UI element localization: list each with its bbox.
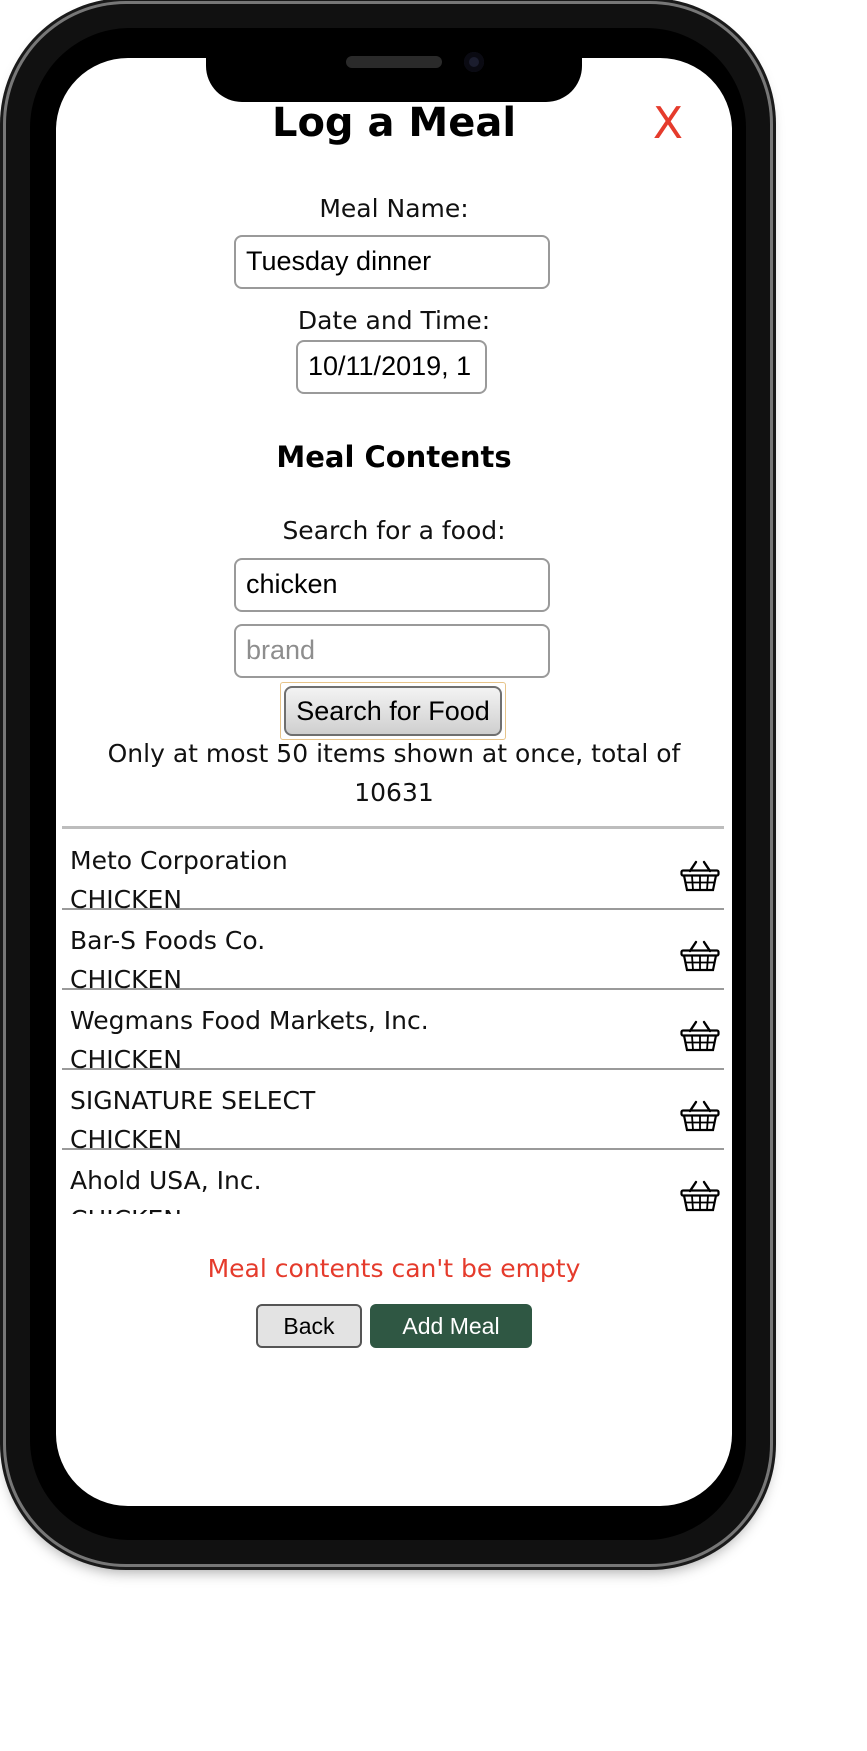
results-list[interactable]: Meto Corporation CHICKEN Bar-S Foods Co.… [62,830,724,1214]
list-item: Wegmans Food Markets, Inc. CHICKEN [62,990,724,1074]
meal-name-label: Meal Name: [319,194,469,223]
food-search-label: Search for a food: [282,516,506,545]
list-item: Meto Corporation CHICKEN [62,830,724,914]
search-for-food-button[interactable]: Search for Food [280,682,506,740]
meal-contents-heading: Meal Contents [276,440,512,474]
item-brand: SIGNATURE SELECT [70,1086,316,1115]
phone-notch [206,40,582,102]
back-button[interactable]: Back [256,1304,362,1348]
list-item: Ahold USA, Inc. CHICKEN [62,1150,724,1214]
datetime-input[interactable]: 10/11/2019, 1 [296,340,487,394]
results-divider [62,826,724,829]
search-for-food-button-label: Search for Food [284,686,502,736]
error-message: Meal contents can't be empty [207,1254,581,1283]
basket-icon[interactable] [680,1180,720,1212]
basket-icon[interactable] [680,860,720,892]
meal-name-input[interactable]: Tuesday dinner [234,235,550,289]
basket-icon[interactable] [680,1020,720,1052]
basket-icon[interactable] [680,940,720,972]
app-screen: Log a Meal X Meal Name: Tuesday dinner D… [56,58,732,1506]
device-mockup: Log a Meal X Meal Name: Tuesday dinner D… [0,0,778,1751]
basket-icon[interactable] [680,1100,720,1132]
speaker-grille [346,56,442,68]
close-icon[interactable]: X [646,102,690,146]
brand-input[interactable]: brand [234,624,550,678]
add-meal-button[interactable]: Add Meal [370,1304,532,1348]
page-title: Log a Meal [271,100,517,146]
item-brand: Meto Corporation [70,846,288,875]
datetime-label: Date and Time: [297,306,491,335]
item-name: CHICKEN [70,1205,182,1214]
item-brand: Bar-S Foods Co. [70,926,266,955]
results-info-text: Only at most 50 items shown at once, tot… [107,739,681,807]
item-brand: Ahold USA, Inc. [70,1166,262,1195]
list-item: SIGNATURE SELECT CHICKEN [62,1070,724,1154]
food-search-input[interactable]: chicken [234,558,550,612]
list-item: Bar-S Foods Co. CHICKEN [62,910,724,994]
item-brand: Wegmans Food Markets, Inc. [70,1006,429,1035]
front-camera [464,52,484,72]
